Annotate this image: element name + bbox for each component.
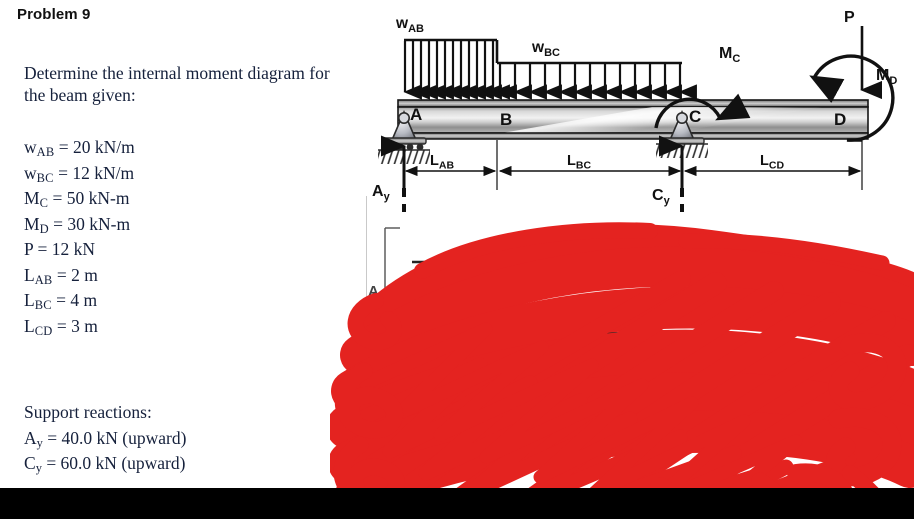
given-item: LAB = 2 m	[24, 263, 344, 289]
given-symbol: M	[24, 213, 40, 234]
worksheet-page: Problem 9 Determine the internal moment …	[0, 0, 914, 519]
given-subscript: AB	[34, 272, 53, 287]
reaction-item: Cy = 60.0 kN (upward)	[24, 451, 344, 477]
reaction-value: = 60.0 kN (upward)	[46, 453, 186, 473]
reaction-item: Ay = 40.0 kN (upward)	[24, 426, 344, 452]
reaction-symbol: A	[24, 427, 37, 448]
load-label-wab: wAB	[395, 15, 424, 35]
given-subscript: CD	[34, 323, 53, 338]
point-load-p: P	[844, 9, 883, 100]
dimension-label-lab: LAB	[430, 153, 454, 172]
beam-free-body-diagram: wAB wBC MC P MD A C B D Ay Cy LAB LBC LC…	[352, 0, 914, 488]
given-item: MC = 50 kN-m	[24, 186, 344, 212]
obscured-axis-label: A	[368, 283, 379, 300]
reaction-symbol: C	[24, 453, 36, 473]
given-values-list: wAB = 20 kN/m wBC = 12 kN/m MC = 50 kN-m…	[24, 135, 344, 339]
given-value: = 3 m	[56, 315, 98, 336]
given-item: wBC = 12 kN/m	[24, 161, 344, 187]
given-subscript: BC	[34, 298, 52, 312]
given-subscript: C	[39, 196, 49, 210]
beam-body	[397, 99, 869, 140]
given-value: = 12 kN	[37, 239, 95, 259]
given-symbol: w	[24, 162, 37, 183]
given-subscript: BC	[36, 170, 54, 185]
given-value: = 2 m	[56, 264, 98, 285]
node-label-b: B	[500, 110, 512, 129]
problem-text-panel: Problem 9 Determine the internal moment …	[0, 0, 352, 488]
reaction-value: = 40.0 kN (upward)	[47, 427, 187, 448]
support-reactions-block: Support reactions: Ay = 40.0 kN (upward)…	[24, 400, 344, 477]
problem-prompt: Determine the internal moment diagram fo…	[24, 63, 330, 106]
given-subscript: AB	[36, 145, 55, 159]
given-symbol: w	[24, 137, 37, 157]
dimension-label-lcd: LCD	[760, 153, 784, 172]
page-title: Problem 9	[17, 6, 91, 23]
given-value: = 20 kN/m	[58, 137, 135, 157]
load-label-p: P	[844, 9, 855, 26]
moment-label-md: MD	[876, 67, 897, 87]
given-item: P = 12 kN	[24, 237, 344, 263]
given-value: = 12 kN/m	[58, 162, 135, 183]
given-value: = 30 kN-m	[53, 213, 131, 234]
given-item: LBC = 4 m	[24, 288, 344, 314]
given-item: MD = 30 kN-m	[24, 212, 344, 238]
given-symbol: M	[24, 188, 40, 208]
given-subscript: D	[39, 221, 49, 236]
reaction-subscript: y	[36, 435, 43, 450]
given-symbol: L	[24, 315, 35, 336]
reaction-subscript: y	[35, 461, 42, 475]
dimension-lines	[404, 140, 863, 190]
distributed-load-wbc: wBC	[495, 39, 697, 100]
reaction-label-cy: Cy	[652, 187, 671, 207]
reaction-label-ay: Ay	[372, 183, 391, 203]
given-symbol: P	[24, 239, 34, 259]
load-label-wbc: wBC	[531, 39, 560, 59]
given-symbol: L	[24, 290, 35, 310]
node-label-a: A	[410, 105, 422, 124]
node-label-d: D	[834, 110, 846, 129]
obscured-answer-diagram: A	[368, 227, 823, 480]
given-item: LCD = 3 m	[24, 314, 344, 340]
bottom-letterbox-bar	[0, 488, 914, 519]
node-label-c: C	[689, 107, 701, 126]
dimension-label-lbc: LBC	[567, 153, 591, 172]
given-item: wAB = 20 kN/m	[24, 135, 344, 161]
given-value: = 4 m	[56, 290, 98, 310]
support-reactions-heading: Support reactions:	[24, 402, 152, 422]
beam-diagram-svg: wAB wBC MC P MD A C B D Ay Cy LAB LBC LC…	[368, 9, 897, 480]
moment-label-mc: MC	[719, 45, 740, 65]
given-symbol: L	[24, 264, 35, 285]
given-value: = 50 kN-m	[52, 188, 130, 208]
distributed-load-wab: wAB	[395, 15, 510, 100]
